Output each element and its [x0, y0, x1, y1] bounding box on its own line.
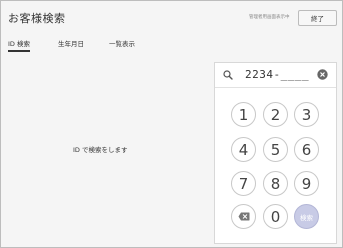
key-0[interactable]: 0	[263, 204, 288, 229]
backspace-button[interactable]	[231, 204, 256, 229]
admin-status-note: 管理者用画面表示中	[249, 15, 290, 20]
search-input-value[interactable]: 2234-____	[245, 68, 309, 81]
key-5[interactable]: 5	[263, 137, 288, 162]
app-window: お客様検索 管理者用画面表示中 終了 ID 検索 生年月日 一覧表示 ID で検…	[0, 0, 343, 248]
key-6[interactable]: 6	[294, 137, 319, 162]
key-9[interactable]: 9	[294, 171, 319, 196]
tab-bar: ID 検索 生年月日 一覧表示	[1, 35, 343, 53]
exit-button[interactable]: 終了	[298, 10, 337, 26]
tab-id-search[interactable]: ID 検索	[8, 38, 30, 52]
numeric-keypad: 2234-____ 1 2 3 4 5 6 7 8 9 0 検索	[214, 62, 337, 244]
key-1[interactable]: 1	[231, 102, 256, 127]
backspace-icon	[238, 212, 249, 221]
id-search-field[interactable]: 2234-____	[215, 63, 336, 88]
search-icon	[223, 70, 233, 80]
key-4[interactable]: 4	[231, 137, 256, 162]
key-8[interactable]: 8	[263, 171, 288, 196]
main-message: ID で検索をします	[73, 146, 128, 154]
search-button[interactable]: 検索	[294, 204, 319, 229]
tab-birthdate[interactable]: 生年月日	[58, 38, 84, 48]
tab-list-view[interactable]: 一覧表示	[109, 38, 135, 48]
page-title: お客様検索	[8, 12, 66, 25]
key-3[interactable]: 3	[294, 102, 319, 127]
key-7[interactable]: 7	[231, 171, 256, 196]
clear-icon[interactable]	[317, 69, 328, 80]
key-2[interactable]: 2	[263, 102, 288, 127]
